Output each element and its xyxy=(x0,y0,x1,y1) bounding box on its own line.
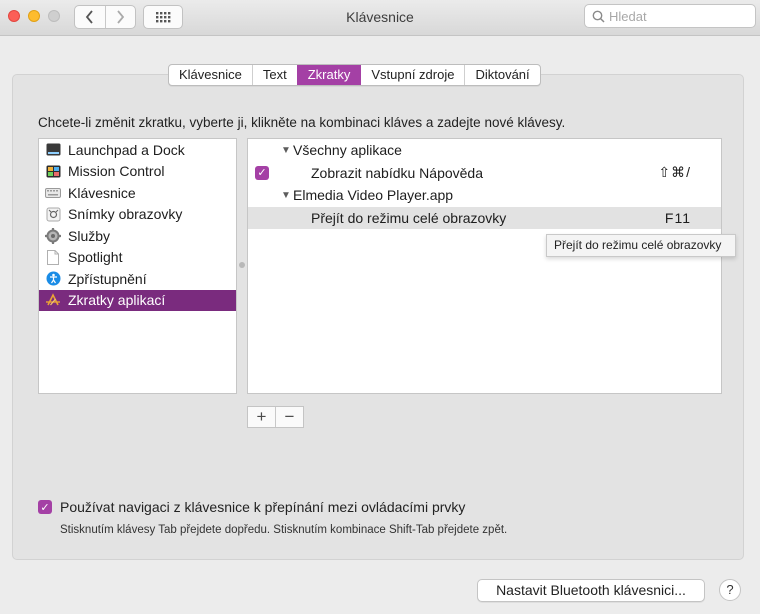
tab-bar: Klávesnice Text Zkratky Vstupní zdroje D… xyxy=(168,64,541,86)
shortcut-keys[interactable]: F11 xyxy=(665,210,691,226)
search-input[interactable] xyxy=(609,8,749,24)
shortcut-list: ▼ Všechny aplikace ✓ Zobrazit nabídku Ná… xyxy=(247,138,722,394)
shortcut-row-help-menu[interactable]: ✓ Zobrazit nabídku Nápověda ⇧⌘/ xyxy=(248,162,721,185)
category-label: Zkratky aplikací xyxy=(68,292,166,309)
chevron-left-icon xyxy=(86,10,93,24)
search-icon xyxy=(592,10,605,23)
category-item-services[interactable]: Služby xyxy=(39,225,236,247)
category-label: Spotlight xyxy=(68,249,123,266)
launchpad-icon xyxy=(45,142,61,158)
title-bar: Klávesnice xyxy=(0,0,760,36)
close-window-button[interactable] xyxy=(8,10,20,22)
tab-input-sources[interactable]: Vstupní zdroje xyxy=(360,65,464,85)
remove-shortcut-button[interactable]: − xyxy=(275,407,303,427)
shortcut-keys[interactable]: ⇧⌘/ xyxy=(658,164,691,181)
shortcut-label: Zobrazit nabídku Nápověda xyxy=(311,164,483,181)
document-icon xyxy=(45,249,61,265)
keyboard-icon xyxy=(45,185,61,201)
category-label: Služby xyxy=(68,227,111,244)
keyboard-navigation-option[interactable]: ✓ Používat navigaci z klávesnice k přepí… xyxy=(38,499,465,515)
chevron-right-icon xyxy=(117,10,124,24)
category-item-spotlight[interactable]: Spotlight xyxy=(39,247,236,269)
keyboard-navigation-hint: Stisknutím klávesy Tab přejdete dopředu.… xyxy=(60,524,508,536)
category-item-screenshots[interactable]: Snímky obrazovky xyxy=(39,204,236,226)
app-shortcuts-icon xyxy=(45,292,61,308)
back-button[interactable] xyxy=(75,6,105,28)
shortcut-group-elmedia[interactable]: ▼ Elmedia Video Player.app xyxy=(248,184,721,207)
shortcut-group-all-apps[interactable]: ▼ Všechny aplikace xyxy=(248,139,721,162)
category-label: Zpřístupnění xyxy=(68,270,147,287)
disclosure-triangle-icon[interactable]: ▼ xyxy=(280,190,292,201)
category-item-accessibility[interactable]: Zpřístupnění xyxy=(39,268,236,290)
tab-keyboard[interactable]: Klávesnice xyxy=(169,65,252,85)
disclosure-triangle-icon[interactable]: ▼ xyxy=(280,145,292,156)
split-view-handle[interactable] xyxy=(239,262,245,268)
gear-icon xyxy=(45,227,61,244)
keyboard-navigation-label: Používat navigaci z klávesnice k přepíná… xyxy=(60,499,466,515)
category-item-mission-control[interactable]: Mission Control xyxy=(39,161,236,183)
category-item-app-shortcuts[interactable]: Zkratky aplikací xyxy=(39,289,236,311)
forward-button[interactable] xyxy=(104,6,136,28)
tab-shortcuts[interactable]: Zkratky xyxy=(296,65,361,85)
add-remove-buttons: + − xyxy=(247,406,304,428)
keyboard-navigation-checkbox[interactable]: ✓ xyxy=(38,500,52,514)
category-label: Mission Control xyxy=(68,163,165,180)
help-button[interactable]: ? xyxy=(719,579,741,601)
minimize-window-button[interactable] xyxy=(28,10,40,22)
shortcut-label: Přejít do režimu celé obrazovky xyxy=(311,209,507,226)
add-shortcut-button[interactable]: + xyxy=(248,407,275,427)
shortcut-enabled-checkbox[interactable]: ✓ xyxy=(255,165,269,180)
group-label: Elmedia Video Player.app xyxy=(293,187,454,204)
shortcut-row-fullscreen[interactable]: Přejít do režimu celé obrazovky F11 xyxy=(248,206,721,229)
zoom-window-button[interactable] xyxy=(48,10,60,22)
setup-bluetooth-keyboard-button[interactable]: Nastavit Bluetooth klávesnici... xyxy=(477,579,705,602)
search-field[interactable] xyxy=(584,4,756,28)
accessibility-icon xyxy=(45,271,61,287)
category-item-launchpad[interactable]: Launchpad a Dock xyxy=(39,139,236,161)
category-label: Klávesnice xyxy=(68,184,136,201)
mission-control-icon xyxy=(45,163,61,179)
category-list: Launchpad a Dock Mission Control Klávesn… xyxy=(38,138,237,394)
instruction-text: Chcete-li změnit zkratku, vyberte ji, kl… xyxy=(38,115,566,130)
tab-text[interactable]: Text xyxy=(251,65,297,85)
window-title: Klávesnice xyxy=(346,9,414,25)
show-all-button[interactable] xyxy=(143,5,183,29)
category-label: Snímky obrazovky xyxy=(68,206,183,223)
group-label: Všechny aplikace xyxy=(293,142,402,159)
category-item-keyboard[interactable]: Klávesnice xyxy=(39,182,236,204)
tooltip: Přejít do režimu celé obrazovky xyxy=(546,234,736,257)
category-label: Launchpad a Dock xyxy=(68,141,185,158)
grid-icon xyxy=(156,12,171,23)
tab-dictation[interactable]: Diktování xyxy=(464,65,539,85)
screenshot-icon xyxy=(45,206,61,222)
navigation-buttons xyxy=(74,5,136,29)
